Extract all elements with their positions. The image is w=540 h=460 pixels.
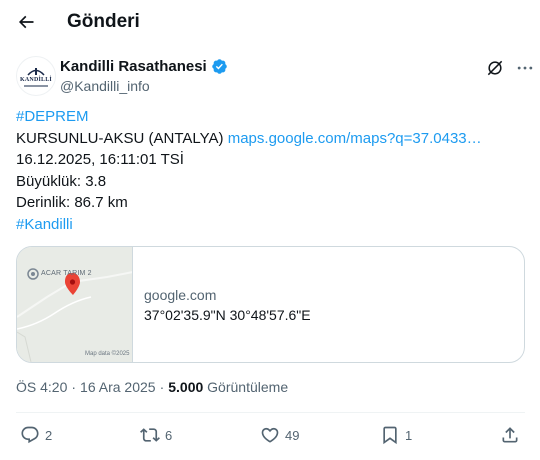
reply-icon	[21, 426, 39, 444]
divider	[16, 412, 525, 413]
hashtag-deprem[interactable]: #DEPREM	[16, 108, 89, 125]
card-domain: google.com	[144, 287, 217, 303]
author-name[interactable]: Kandilli Rasathanesi	[60, 58, 228, 75]
card-body: google.com 37°02'35.9"N 30°48'57.6"E	[133, 247, 524, 362]
page-title: Gönderi	[67, 11, 140, 32]
avatar[interactable]: KANDİLLİ	[16, 56, 56, 96]
views-count: 5.000	[168, 379, 204, 395]
arrow-left-icon	[18, 15, 34, 29]
meta-separator: ·	[159, 379, 165, 395]
repost-count: 6	[165, 427, 173, 443]
page-header: Gönderi	[0, 0, 540, 44]
like-count: 49	[285, 427, 300, 443]
map-thumbnail: ACAR TARIM 2 Map data ©2025	[17, 247, 133, 362]
map-attribution: Map data ©2025	[85, 351, 130, 357]
map-image	[17, 247, 132, 362]
views-label: Görüntüleme	[207, 379, 289, 395]
like-button[interactable]: 49	[260, 420, 299, 450]
author-name-text: Kandilli Rasathanesi	[60, 58, 207, 75]
meta-separator: ·	[71, 379, 77, 395]
reply-button[interactable]: 2	[20, 420, 52, 450]
datetime-text: 16.12.2025, 16:11:01 TSİ	[16, 151, 184, 168]
card-title: 37°02'35.9"N 30°48'57.6"E	[144, 307, 311, 323]
tweet-actions: 2 6 49 1	[16, 420, 525, 450]
magnitude-text: Büyüklük: 3.8	[16, 172, 107, 190]
reply-count: 2	[45, 427, 53, 443]
tweet-date[interactable]: 16 Ara 2025	[80, 379, 156, 395]
depth-text: Derinlik: 86.7 km	[16, 194, 128, 211]
tweet-author: KANDİLLİ Kandilli Rasathanesi @Kandilli_…	[16, 52, 533, 96]
location-text: KURSUNLU-AKSU (ANTALYA)	[16, 129, 224, 147]
observatory-logo-icon	[27, 67, 45, 76]
avatar-logo-divider	[24, 84, 48, 87]
bookmark-button[interactable]: 1	[380, 420, 412, 450]
author-handle[interactable]: @Kandilli_info	[60, 78, 150, 94]
tweet-meta: ÖS 4:20 · 16 Ara 2025 · 5.000 Görüntülem…	[16, 379, 288, 395]
tweet-text: #DEPREM KURSUNLU-AKSU (ANTALYA) maps.goo…	[16, 106, 526, 235]
heart-icon	[261, 427, 279, 443]
grok-icon[interactable]	[485, 58, 505, 78]
verified-badge-icon	[211, 59, 227, 74]
maps-link[interactable]: maps.google.com/maps?q=37.0433…	[228, 130, 482, 147]
more-icon[interactable]	[514, 58, 536, 78]
tweet-time[interactable]: ÖS 4:20	[16, 379, 67, 395]
share-icon	[502, 427, 518, 443]
repost-icon	[140, 428, 160, 442]
share-button[interactable]	[500, 420, 520, 450]
bookmark-icon	[383, 426, 397, 445]
avatar-logo-text: KANDİLLİ	[20, 76, 52, 83]
back-button[interactable]	[12, 8, 40, 36]
bookmark-count: 1	[405, 427, 413, 443]
repost-button[interactable]: 6	[140, 420, 172, 450]
hashtag-kandilli[interactable]: #Kandilli	[16, 216, 73, 233]
views-group: 5.000 Görüntüleme	[168, 379, 288, 395]
link-preview-card[interactable]: ACAR TARIM 2 Map data ©2025 google.com 3…	[16, 246, 525, 363]
map-place-label: ACAR TARIM 2	[41, 270, 92, 277]
